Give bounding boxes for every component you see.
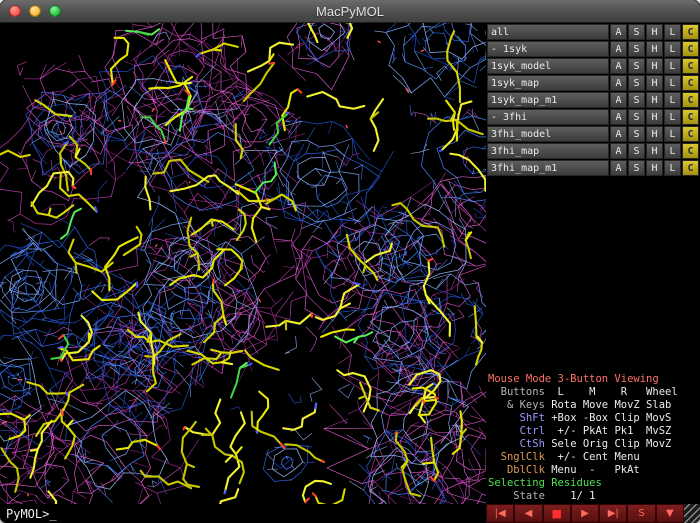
object-name-button[interactable]: - 1syk <box>487 41 609 57</box>
panel-spacer <box>486 177 700 371</box>
object-action-c-button[interactable]: C <box>682 126 699 142</box>
object-row: 1syk_modelASHLC <box>487 58 699 74</box>
mouse-panel-line: CtSh Sele Orig Clip MovZ <box>488 438 698 451</box>
object-action-s-button[interactable]: S <box>628 143 645 159</box>
object-action-h-button[interactable]: H <box>646 126 663 142</box>
menu-dropdown-button[interactable]: ▼ <box>656 504 684 523</box>
object-name-button[interactable]: 1syk_map_m1 <box>487 92 609 108</box>
object-action-c-button[interactable]: C <box>682 75 699 91</box>
object-action-a-button[interactable]: A <box>610 75 627 91</box>
object-action-s-button[interactable]: S <box>628 126 645 142</box>
object-action-c-button[interactable]: C <box>682 143 699 159</box>
object-row: 3fhi_modelASHLC <box>487 126 699 142</box>
mouse-panel-line: State 1/ 1 <box>488 490 698 503</box>
macpymol-window: MacPyMOL PyMOL>_ allASHLC- 1sykASHLC1syk… <box>0 0 700 523</box>
object-row: 1syk_map_m1ASHLC <box>487 92 699 108</box>
title-bar[interactable]: MacPyMOL <box>0 0 700 23</box>
object-name-button[interactable]: 1syk_map <box>487 75 609 91</box>
object-action-c-button[interactable]: C <box>682 160 699 176</box>
step-back-button[interactable]: ◀ <box>514 504 542 523</box>
object-action-s-button[interactable]: S <box>628 75 645 91</box>
mouse-panel-line: & Keys Rota Move MovZ Slab <box>488 399 698 412</box>
object-action-l-button[interactable]: L <box>664 143 681 159</box>
mouse-panel-line: Selecting Residues <box>488 477 698 490</box>
object-action-s-button[interactable]: S <box>628 41 645 57</box>
object-row: 3fhi_map_m1ASHLC <box>487 160 699 176</box>
content: PyMOL>_ allASHLC- 1sykASHLC1syk_modelASH… <box>0 23 700 523</box>
object-action-l-button[interactable]: L <box>664 160 681 176</box>
object-action-h-button[interactable]: H <box>646 75 663 91</box>
mouse-panel-line: Ctrl +/- PkAt Pk1 MvSZ <box>488 425 698 438</box>
mouse-panel-line: DblClk Menu - PkAt <box>488 464 698 477</box>
mouse-panel-line: Buttons L M R Wheel <box>488 386 698 399</box>
command-prompt: PyMOL> <box>6 507 49 521</box>
object-action-h-button[interactable]: H <box>646 58 663 74</box>
object-action-a-button[interactable]: A <box>610 109 627 125</box>
stop-button[interactable]: ■ <box>543 504 571 523</box>
object-action-l-button[interactable]: L <box>664 75 681 91</box>
right-panel: allASHLC- 1sykASHLC1syk_modelASHLC1syk_m… <box>486 23 700 523</box>
molecular-viewport[interactable] <box>0 23 486 504</box>
object-row: 1syk_mapASHLC <box>487 75 699 91</box>
object-action-c-button[interactable]: C <box>682 58 699 74</box>
object-action-h-button[interactable]: H <box>646 24 663 40</box>
object-action-a-button[interactable]: A <box>610 160 627 176</box>
object-action-s-button[interactable]: S <box>628 109 645 125</box>
object-action-s-button[interactable]: S <box>628 160 645 176</box>
left-column: PyMOL>_ <box>0 23 486 523</box>
object-action-l-button[interactable]: L <box>664 92 681 108</box>
object-action-a-button[interactable]: A <box>610 41 627 57</box>
screen: MacPyMOL PyMOL>_ allASHLC- 1sykASHLC1syk… <box>0 0 700 523</box>
mouse-panel-line: SnglClk +/- Cent Menu <box>488 451 698 464</box>
object-row: allASHLC <box>487 24 699 40</box>
object-action-c-button[interactable]: C <box>682 24 699 40</box>
object-name-button[interactable]: - 3fhi <box>487 109 609 125</box>
object-action-h-button[interactable]: H <box>646 92 663 108</box>
object-row: - 1sykASHLC <box>487 41 699 57</box>
object-name-button[interactable]: 3fhi_model <box>487 126 609 142</box>
object-action-l-button[interactable]: L <box>664 58 681 74</box>
object-action-a-button[interactable]: A <box>610 58 627 74</box>
object-action-l-button[interactable]: L <box>664 109 681 125</box>
object-action-l-button[interactable]: L <box>664 41 681 57</box>
object-action-c-button[interactable]: C <box>682 92 699 108</box>
object-action-l-button[interactable]: L <box>664 126 681 142</box>
resize-grip[interactable] <box>684 504 700 523</box>
object-action-s-button[interactable]: S <box>628 24 645 40</box>
mouse-panel-line: Mouse Mode 3-Button Viewing <box>488 373 698 386</box>
mouse-panel: Mouse Mode 3-Button Viewing Buttons L M … <box>486 371 700 504</box>
object-action-l-button[interactable]: L <box>664 24 681 40</box>
object-action-c-button[interactable]: C <box>682 41 699 57</box>
object-action-s-button[interactable]: S <box>628 92 645 108</box>
window-title: MacPyMOL <box>0 0 700 22</box>
object-name-button[interactable]: 3fhi_map <box>487 143 609 159</box>
object-name-button[interactable]: 1syk_model <box>487 58 609 74</box>
command-line-input[interactable]: PyMOL>_ <box>0 504 486 523</box>
scene-button[interactable]: S <box>627 504 655 523</box>
object-action-h-button[interactable]: H <box>646 143 663 159</box>
object-action-a-button[interactable]: A <box>610 24 627 40</box>
object-row: 3fhi_mapASHLC <box>487 143 699 159</box>
object-row: - 3fhiASHLC <box>487 109 699 125</box>
object-action-s-button[interactable]: S <box>628 58 645 74</box>
fast-forward-end-button[interactable]: ▶| <box>599 504 627 523</box>
object-action-h-button[interactable]: H <box>646 41 663 57</box>
object-name-button[interactable]: all <box>487 24 609 40</box>
object-name-button[interactable]: 3fhi_map_m1 <box>487 160 609 176</box>
object-action-h-button[interactable]: H <box>646 109 663 125</box>
object-action-a-button[interactable]: A <box>610 126 627 142</box>
movie-controls: |◀◀■▶▶|S▼ <box>486 504 700 523</box>
density-mesh-rendering <box>0 23 486 504</box>
rewind-start-button[interactable]: |◀ <box>486 504 514 523</box>
object-action-c-button[interactable]: C <box>682 109 699 125</box>
object-panel-rows: allASHLC- 1sykASHLC1syk_modelASHLC1syk_m… <box>486 23 700 177</box>
command-cursor: _ <box>49 507 56 521</box>
object-action-a-button[interactable]: A <box>610 92 627 108</box>
play-button[interactable]: ▶ <box>571 504 599 523</box>
object-action-a-button[interactable]: A <box>610 143 627 159</box>
object-action-h-button[interactable]: H <box>646 160 663 176</box>
mouse-panel-line: ShFt +Box -Box Clip MovS <box>488 412 698 425</box>
